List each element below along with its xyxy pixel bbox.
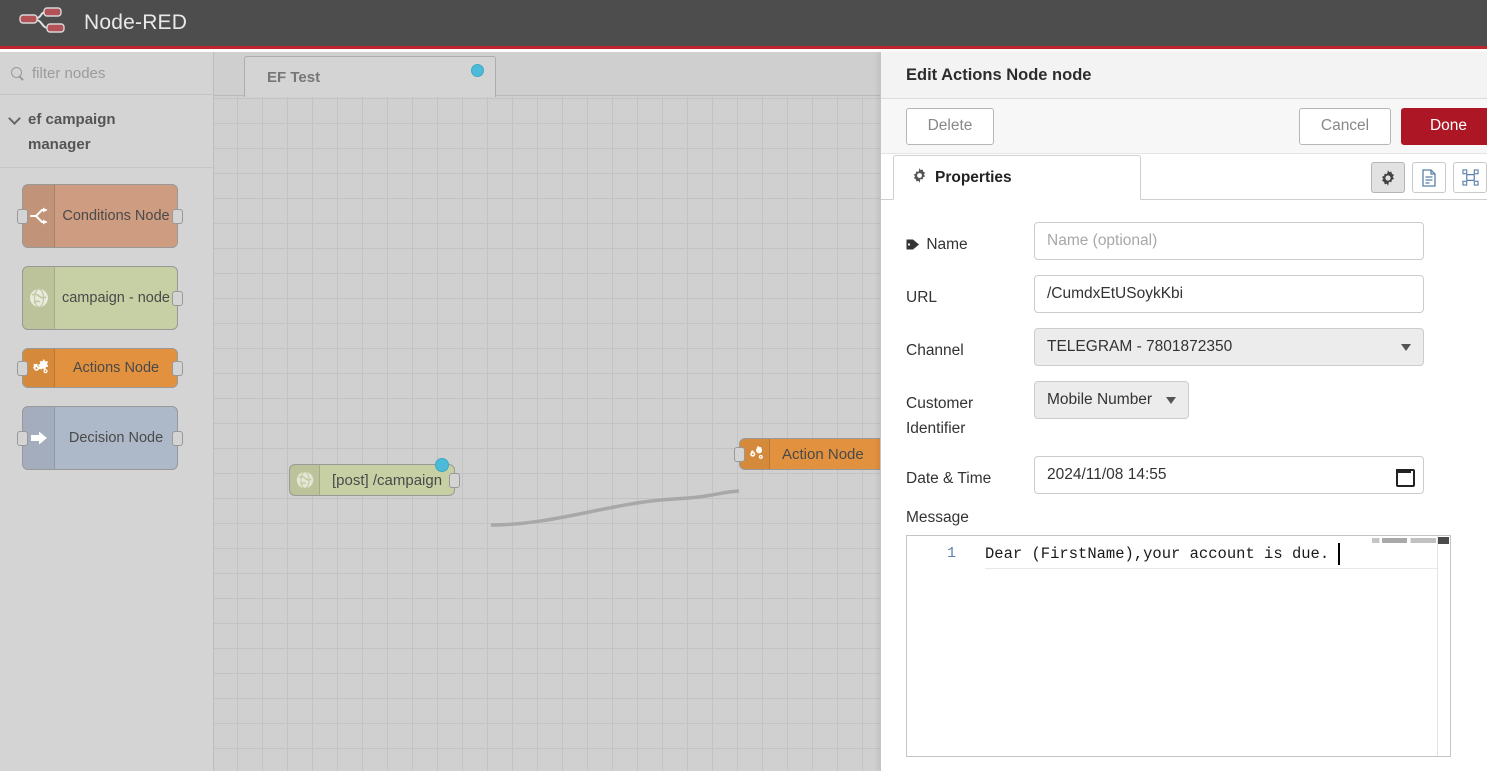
flow-tab-ef-test[interactable]: EF Test	[244, 56, 496, 97]
palette-node-actions[interactable]: Actions Node	[22, 348, 178, 388]
customer-identifier-select[interactable]: Mobile Number	[1034, 381, 1189, 419]
node-output-port[interactable]	[172, 209, 183, 224]
editor-vertical-scrollbar[interactable]	[1437, 536, 1450, 756]
palette-category-header[interactable]: ef campaign manager	[0, 95, 213, 168]
palette-search-placeholder: filter nodes	[32, 65, 105, 82]
palette-node-label: campaign - node	[55, 267, 177, 329]
node-input-port[interactable]	[17, 361, 28, 376]
customer-identifier-value: Mobile Number	[1047, 391, 1152, 409]
node-output-port[interactable]	[172, 431, 183, 446]
edit-node-panel: Edit Actions Node node Delete Cancel Don…	[880, 52, 1487, 771]
tab-properties-label: Properties	[935, 169, 1012, 187]
node-red-logo-icon	[16, 6, 72, 40]
node-output-port[interactable]	[172, 291, 183, 306]
palette-node-decision[interactable]: Decision Node	[22, 406, 178, 470]
editor-text-caret	[1338, 543, 1340, 565]
document-icon[interactable]	[1412, 162, 1446, 193]
palette-node-label: Conditions Node	[55, 185, 177, 247]
palette-node-label: Actions Node	[55, 349, 177, 387]
tab-properties[interactable]: Properties	[893, 155, 1141, 200]
edit-panel-tab-row: Properties	[881, 154, 1487, 200]
gear-icon[interactable]	[1371, 162, 1405, 193]
form-row-customer-identifier: Customer Identifier Mobile Number	[906, 381, 1457, 441]
editor-line-text: Dear (FirstName),your account is due.	[985, 539, 1451, 569]
caret-down-icon	[1166, 397, 1176, 404]
name-label-text: Name	[926, 236, 967, 253]
customer-identifier-label: Customer Identifier	[906, 381, 1034, 441]
node-input-port[interactable]	[734, 447, 745, 462]
name-input[interactable]	[1034, 222, 1424, 260]
url-input[interactable]	[1034, 275, 1424, 313]
canvas-node-label: [post] /campaign	[320, 465, 454, 495]
date-time-input[interactable]: 2024/11/08 14:55	[1034, 456, 1424, 494]
edit-panel-icon-buttons	[1371, 162, 1487, 193]
globe-icon	[290, 465, 320, 495]
palette-node-label: Decision Node	[55, 407, 177, 469]
caret-down-icon	[1401, 344, 1411, 351]
message-section: Message 1 Dear (FirstName),your account …	[906, 509, 1457, 757]
channel-label: Channel	[906, 328, 1034, 363]
node-properties-form: Name URL Channel TELEGRAM - 7801872350	[881, 200, 1487, 757]
palette-node-list: Conditions Node campaign - node	[0, 168, 213, 470]
form-row-channel: Channel TELEGRAM - 7801872350	[906, 328, 1457, 366]
palette-node-campaign[interactable]: campaign - node	[22, 266, 178, 330]
url-label: URL	[906, 275, 1034, 310]
name-label: Name	[906, 222, 1034, 257]
tag-icon	[906, 236, 924, 253]
editor-minimap	[1372, 538, 1436, 543]
app-header: Node-RED	[0, 0, 1487, 49]
message-code-editor[interactable]: 1 Dear (FirstName),your account is due.	[906, 535, 1451, 757]
node-output-port[interactable]	[449, 473, 460, 488]
node-palette: filter nodes ef campaign manager Conditi…	[0, 52, 214, 771]
flow-tab-label: EF Test	[267, 69, 320, 86]
delete-button[interactable]: Delete	[906, 108, 994, 145]
node-output-port[interactable]	[172, 361, 183, 376]
cancel-button[interactable]: Cancel	[1299, 108, 1391, 145]
node-selected-dot-icon	[435, 458, 449, 472]
palette-search-box[interactable]: filter nodes	[0, 52, 213, 95]
globe-icon	[23, 267, 55, 329]
date-time-value: 2024/11/08 14:55	[1047, 466, 1167, 484]
form-row-name: Name	[906, 222, 1457, 260]
app-title: Node-RED	[84, 11, 187, 35]
editor-line-number: 1	[907, 536, 968, 569]
palette-category-label: ef campaign manager	[28, 107, 178, 157]
form-row-date-time: Date & Time 2024/11/08 14:55	[906, 456, 1457, 494]
node-input-port[interactable]	[17, 431, 28, 446]
search-icon	[10, 66, 25, 81]
edit-panel-button-bar: Delete Cancel Done	[881, 99, 1487, 154]
message-label: Message	[906, 509, 1457, 527]
calendar-icon[interactable]	[1396, 467, 1411, 483]
done-button[interactable]: Done	[1401, 108, 1487, 145]
node-red-app: Node-RED filter nodes ef campaign manage…	[0, 0, 1487, 771]
editor-gutter: 1	[907, 536, 969, 756]
channel-select-value: TELEGRAM - 7801872350	[1047, 338, 1232, 356]
date-time-label: Date & Time	[906, 456, 1034, 491]
canvas-node-label: Action Node	[770, 439, 876, 469]
edit-panel-title: Edit Actions Node node	[881, 52, 1487, 99]
canvas-node-campaign[interactable]: [post] /campaign	[289, 464, 455, 496]
channel-select[interactable]: TELEGRAM - 7801872350	[1034, 328, 1424, 366]
appearance-icon[interactable]	[1453, 162, 1487, 193]
chevron-down-icon	[8, 111, 22, 125]
flow-status-dot-icon	[471, 64, 484, 77]
editor-scrollbar-thumb[interactable]	[1438, 537, 1449, 544]
node-input-port[interactable]	[17, 209, 28, 224]
gear-icon	[912, 168, 927, 188]
palette-node-conditions[interactable]: Conditions Node	[22, 184, 178, 248]
form-row-url: URL	[906, 275, 1457, 313]
